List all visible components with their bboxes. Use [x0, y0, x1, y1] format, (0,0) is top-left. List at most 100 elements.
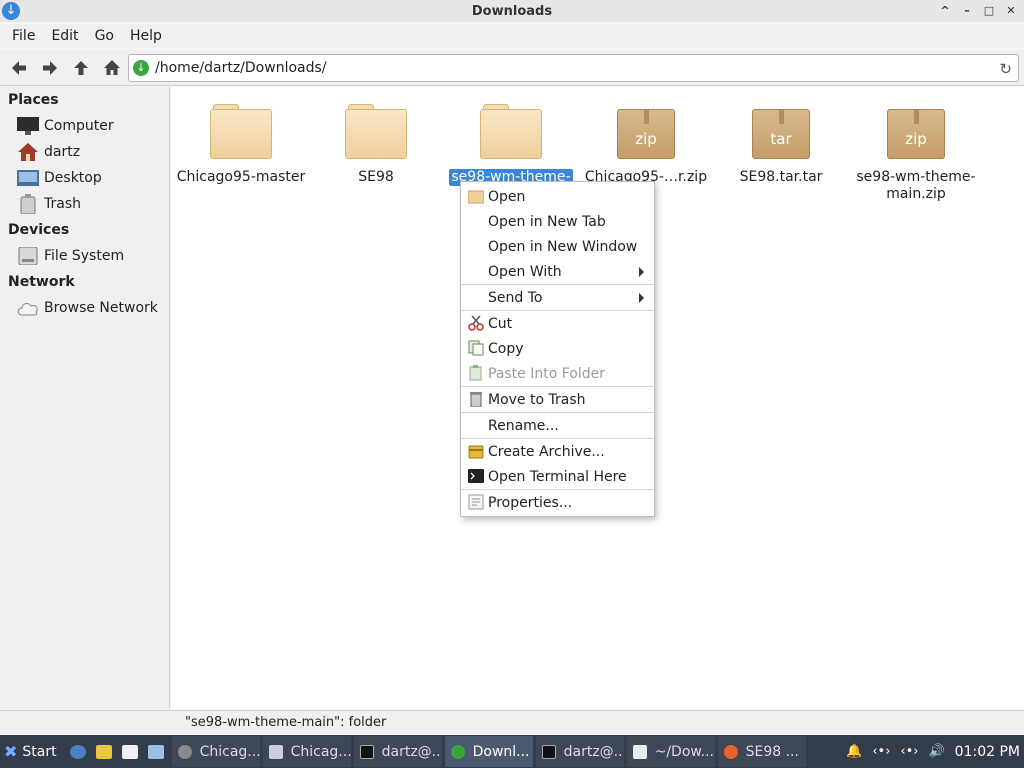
notes-icon	[95, 744, 112, 759]
file-item[interactable]: tar SE98.tar.tar	[716, 89, 846, 186]
terminal-icon	[359, 744, 374, 759]
location-bar[interactable]: ↓ /home/dartz/Downloads/ ↻	[128, 54, 1019, 82]
arrow-right-icon	[43, 60, 57, 75]
menu-item-cut[interactable]: Cut	[461, 311, 654, 336]
menu-item-rename[interactable]: Rename...	[461, 413, 654, 438]
shade-button[interactable]: ^	[936, 2, 954, 20]
home-folder-icon	[16, 142, 40, 162]
screen-icon	[147, 744, 164, 759]
menu-go[interactable]: Go	[87, 28, 122, 44]
toolbar: ↓ /home/dartz/Downloads/ ↻	[0, 50, 1024, 86]
menu-item-open-new-tab[interactable]: Open in New Tab	[461, 209, 654, 234]
submenu-arrow-icon	[639, 293, 644, 303]
maximize-button[interactable]: □	[980, 2, 998, 20]
sidebar-item-trash[interactable]: Trash	[0, 191, 169, 217]
terminal-icon	[541, 744, 556, 759]
start-button[interactable]: ✖ Start	[0, 735, 65, 768]
drive-icon	[16, 246, 40, 266]
sidebar-item-dartz[interactable]: dartz	[0, 139, 169, 165]
menu-help[interactable]: Help	[122, 28, 170, 44]
volume-icon[interactable]: 🔊	[928, 744, 944, 759]
file-item-selected[interactable]: se98-wm-theme-	[446, 89, 576, 186]
globe-icon	[69, 744, 86, 759]
home-button[interactable]	[99, 55, 125, 81]
bell-icon[interactable]: 🔔	[846, 744, 862, 759]
firefox-icon	[723, 744, 738, 759]
task-button[interactable]: SE98 ...	[717, 736, 806, 767]
menu-item-open-terminal-here[interactable]: Open Terminal Here	[461, 464, 654, 489]
sidebar-item-desktop[interactable]: Desktop	[0, 165, 169, 191]
sidebar-item-label: Computer	[44, 118, 114, 134]
file-name: SE98	[358, 169, 394, 185]
trash-icon	[16, 194, 40, 214]
monitor-icon	[16, 116, 40, 136]
task-button[interactable]: Chicag...	[262, 736, 351, 767]
context-menu: Open Open in New Tab Open in New Window …	[460, 181, 655, 517]
file-item[interactable]: zip Chicago95-…r.zip	[581, 89, 711, 186]
folder-icon	[479, 101, 543, 165]
back-button[interactable]	[6, 55, 32, 81]
zip-archive-icon: zip	[614, 101, 678, 165]
task-button-active[interactable]: Downl...	[444, 736, 533, 767]
menu-item-send-to[interactable]: Send To	[461, 285, 654, 310]
download-icon	[450, 744, 465, 759]
clock[interactable]: 01:02 PM	[955, 744, 1020, 760]
paste-icon	[469, 365, 482, 381]
home-icon	[104, 59, 120, 75]
reload-icon[interactable]: ↻	[999, 60, 1012, 78]
menu-item-create-archive[interactable]: Create Archive...	[461, 439, 654, 464]
task-button[interactable]: ~/Dow...	[626, 736, 715, 767]
network-heading: Network	[8, 274, 75, 290]
places-heading: Places	[8, 92, 59, 108]
window-title: Downloads	[471, 3, 553, 19]
sidebar-item-browse-network[interactable]: Browse Network	[0, 295, 169, 321]
copy-icon	[468, 340, 484, 356]
network-icon-2[interactable]: ‹•›	[900, 744, 918, 759]
sidebar-item-computer[interactable]: Computer	[0, 113, 169, 139]
task-button[interactable]: dartz@...	[535, 736, 624, 767]
quicklaunch-files[interactable]	[117, 735, 143, 768]
close-button[interactable]: ✕	[1002, 2, 1020, 20]
menu-file[interactable]: File	[4, 28, 43, 44]
cloud-icon	[16, 298, 40, 318]
location-path[interactable]: /home/dartz/Downloads/	[155, 60, 327, 76]
task-button[interactable]: dartz@...	[353, 736, 442, 767]
file-name: Chicago95-master	[176, 169, 306, 185]
network-icon[interactable]: ‹•›	[872, 744, 890, 759]
scissors-icon	[468, 315, 484, 331]
task-button[interactable]: Chicag...	[171, 736, 260, 767]
window-icon	[268, 744, 283, 759]
quicklaunch-terminal[interactable]	[143, 735, 169, 768]
sidebar-item-label: Trash	[44, 196, 81, 212]
up-button[interactable]	[68, 55, 94, 81]
folder-icon	[121, 744, 138, 759]
file-item[interactable]: SE98	[311, 89, 441, 186]
archive-icon	[468, 445, 484, 459]
menu-item-open-with[interactable]: Open With	[461, 259, 654, 284]
sidebar-item-file-system[interactable]: File System	[0, 243, 169, 269]
window-controls: ^ – □ ✕	[936, 2, 1020, 20]
arrow-left-icon	[12, 60, 26, 75]
quicklaunch-notes[interactable]	[91, 735, 117, 768]
quicklaunch-globe[interactable]	[65, 735, 91, 768]
menu-item-properties[interactable]: Properties...	[461, 490, 654, 515]
menu-item-move-to-trash[interactable]: Move to Trash	[461, 387, 654, 412]
sidebar-item-label: File System	[44, 248, 125, 264]
file-name: SE98.tar.tar	[739, 169, 823, 185]
menu-item-copy[interactable]: Copy	[461, 336, 654, 361]
gear-icon	[177, 744, 192, 759]
menu-item-open-new-window[interactable]: Open in New Window	[461, 234, 654, 259]
folder-icon	[468, 190, 484, 204]
tar-archive-icon: tar	[749, 101, 813, 165]
menu-item-paste-into-folder[interactable]: Paste Into Folder	[461, 361, 654, 386]
forward-button[interactable]	[37, 55, 63, 81]
file-item[interactable]: Chicago95-master	[176, 89, 306, 186]
file-item[interactable]: zip se98-wm-theme-main.zip	[851, 89, 981, 203]
minimize-button[interactable]: –	[958, 2, 976, 20]
title-bar: ↓ Downloads ^ – □ ✕	[0, 0, 1024, 22]
sidebar-item-label: Desktop	[44, 170, 102, 186]
folder-icon	[344, 101, 408, 165]
menu-edit[interactable]: Edit	[43, 28, 86, 44]
download-app-icon[interactable]: ↓	[2, 2, 20, 20]
menu-item-open[interactable]: Open	[461, 184, 654, 209]
